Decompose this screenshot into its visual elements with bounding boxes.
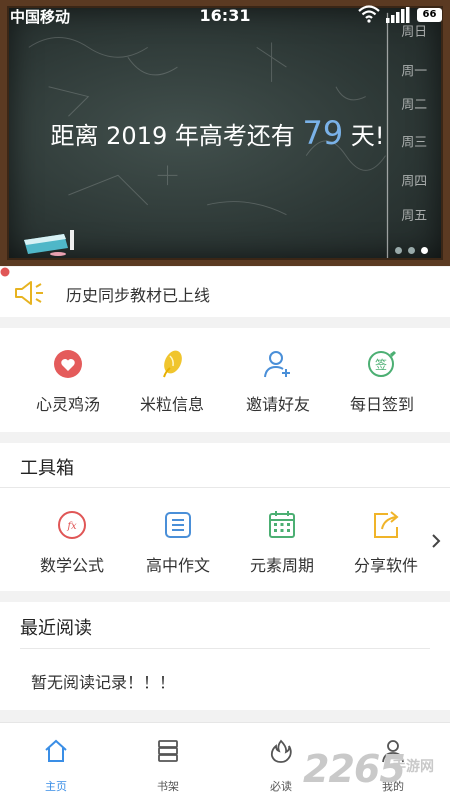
quick-actions: 心灵鸡汤 米粒信息 邀请好友 签 每日签到 bbox=[0, 328, 450, 432]
home-icon bbox=[45, 739, 67, 762]
carousel-dot[interactable] bbox=[408, 247, 415, 254]
svg-text:周五: 周五 bbox=[401, 209, 427, 224]
empty-reading-message: 暂无阅读记录！！！ bbox=[31, 673, 176, 692]
nav-label: 主页 bbox=[45, 780, 67, 793]
svg-text:周四: 周四 bbox=[401, 174, 427, 189]
chevron-right-icon[interactable] bbox=[431, 534, 441, 548]
share-icon bbox=[374, 511, 399, 538]
svg-text:周一: 周一 bbox=[401, 64, 427, 79]
watermark-logo: 2265 bbox=[303, 747, 406, 791]
clock: 16:31 bbox=[199, 6, 251, 25]
quick-action-label: 每日签到 bbox=[349, 395, 414, 414]
watermark-text: 手游网 bbox=[392, 759, 434, 775]
banner-carousel[interactable]: 周日 周一 周二 周三 周四 周五 中国移动 16:31 66 距离 2019 … bbox=[0, 0, 450, 266]
svg-text:fx: fx bbox=[66, 521, 77, 532]
heart-icon bbox=[54, 350, 82, 378]
nav-label: 书架 bbox=[157, 780, 179, 793]
quick-action-label: 心灵鸡汤 bbox=[35, 395, 100, 414]
bookshelf-icon bbox=[158, 740, 178, 762]
signal-icon bbox=[386, 7, 410, 23]
invite-friend-icon bbox=[264, 351, 290, 378]
divider bbox=[20, 648, 430, 649]
notice-text: 历史同步教材已上线 bbox=[66, 286, 211, 305]
carousel-dot-active[interactable] bbox=[421, 247, 428, 254]
svg-text:签: 签 bbox=[375, 357, 387, 372]
flame-icon bbox=[270, 739, 292, 763]
wifi-icon bbox=[358, 5, 380, 23]
quick-action-label: 邀请好友 bbox=[245, 395, 310, 414]
quick-action-label: 米粒信息 bbox=[139, 395, 204, 414]
countdown-days: 79 bbox=[302, 114, 344, 152]
carousel-indicator[interactable] bbox=[395, 239, 434, 258]
status-bar: 中国移动 16:31 66 bbox=[0, 0, 450, 30]
calendar-icon bbox=[269, 511, 295, 538]
countdown-prefix: 距离 2019 年高考还有 bbox=[50, 122, 303, 150]
formula-icon: fx bbox=[58, 511, 86, 539]
essay-icon bbox=[165, 512, 191, 538]
tool-label: 数学公式 bbox=[39, 556, 104, 575]
toolbox-title: 工具箱 bbox=[20, 458, 74, 479]
recent-reading-section: 最近阅读 暂无阅读记录！！！ bbox=[0, 602, 450, 710]
speaker-icon bbox=[15, 281, 43, 305]
eraser-icon bbox=[24, 230, 74, 256]
tool-label: 分享软件 bbox=[353, 556, 418, 575]
battery-indicator: 66 bbox=[417, 8, 442, 22]
unread-dot-icon bbox=[0, 267, 10, 277]
notice-bar[interactable]: 历史同步教材已上线 bbox=[0, 267, 450, 317]
countdown-suffix: 天! bbox=[343, 122, 385, 150]
checkin-icon: 签 bbox=[368, 351, 396, 377]
carousel-dot[interactable] bbox=[395, 247, 402, 254]
tool-label: 高中作文 bbox=[145, 556, 210, 575]
toolbox-section: 工具箱 fx 数学公式 高中作文 元素周期 分享软件 bbox=[0, 443, 450, 591]
rice-icon bbox=[163, 350, 182, 378]
tool-label: 元素周期 bbox=[249, 556, 314, 575]
exam-countdown: 距离 2019 年高考还有 79 天! bbox=[0, 114, 435, 152]
svg-text:周二: 周二 bbox=[401, 97, 427, 112]
divider bbox=[0, 487, 450, 488]
recent-reading-title: 最近阅读 bbox=[20, 618, 92, 639]
